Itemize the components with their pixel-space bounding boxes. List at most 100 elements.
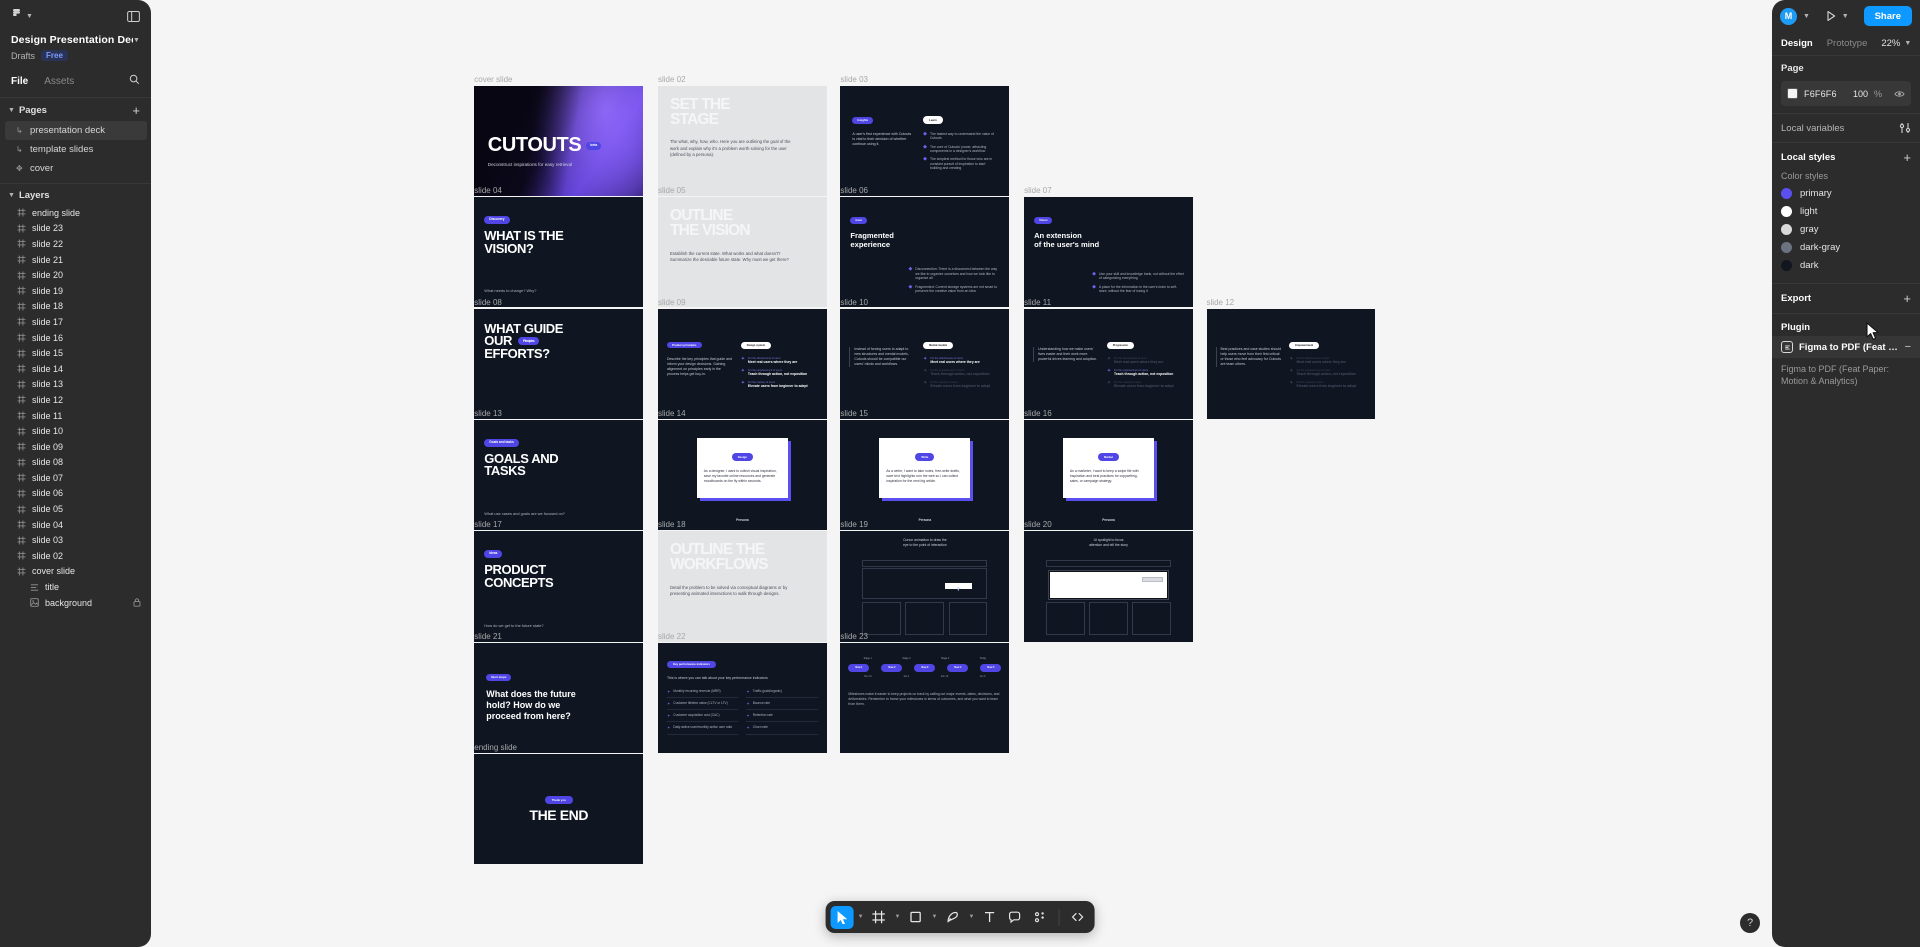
frame-label[interactable]: slide 19 bbox=[840, 520, 868, 529]
zoom-control[interactable]: 22% ▼ bbox=[1881, 38, 1911, 49]
layer-item-slide-04[interactable]: slide 04 bbox=[0, 517, 151, 533]
frame-label[interactable]: slide 07 bbox=[1024, 186, 1052, 195]
frame-label[interactable]: slide 21 bbox=[474, 632, 502, 641]
frame-s12[interactable]: slide 12 Best practices and case studies … bbox=[1206, 298, 1376, 419]
move-tool[interactable] bbox=[830, 905, 854, 929]
layers-section-title-wrap[interactable]: ▼ Layers bbox=[8, 190, 50, 201]
frame-label[interactable]: slide 11 bbox=[1024, 298, 1051, 307]
layer-item-slide-20[interactable]: slide 20 bbox=[0, 267, 151, 283]
layer-item-slide-16[interactable]: slide 16 bbox=[0, 330, 151, 346]
layer-item-slide-05[interactable]: slide 05 bbox=[0, 501, 151, 517]
actions-tool[interactable] bbox=[1028, 906, 1051, 929]
frame-s02[interactable]: slide 02 SET THE STAGE The what, why, how, … bbox=[657, 75, 827, 196]
chevron-down-icon[interactable]: ▼ bbox=[1803, 13, 1810, 20]
frame-s20[interactable]: slide 20 UI spotlight to focus attention a… bbox=[1024, 520, 1194, 642]
frame-label[interactable]: slide 03 bbox=[840, 75, 868, 84]
color-style-primary[interactable]: primary bbox=[1772, 184, 1920, 202]
layer-item-background[interactable]: background bbox=[0, 595, 151, 611]
frame-s04[interactable]: slide 04 Discovery WHAT IS THE VISION? What … bbox=[474, 186, 644, 308]
pen-tool-chevron[interactable]: ▼ bbox=[966, 914, 976, 920]
tab-file[interactable]: File bbox=[11, 76, 28, 94]
tab-design[interactable]: Design bbox=[1781, 38, 1813, 49]
frame-label[interactable]: slide 14 bbox=[658, 409, 686, 418]
frame-label[interactable]: slide 10 bbox=[840, 298, 868, 307]
file-title-row[interactable]: Design Presentation Deck (… ▼ bbox=[11, 34, 140, 46]
frame-s06[interactable]: slide 06 Goal Fragmented experience ◆ Disconn… bbox=[840, 186, 1010, 308]
frame-s21[interactable]: slide 21 Next steps What does the future ho… bbox=[474, 632, 644, 754]
frame-label[interactable]: slide 08 bbox=[474, 298, 502, 307]
drafts-label[interactable]: Drafts bbox=[11, 51, 35, 61]
frame-label[interactable]: slide 02 bbox=[658, 75, 686, 84]
frame-label[interactable]: slide 18 bbox=[658, 520, 686, 529]
layer-item-slide-12[interactable]: slide 12 bbox=[0, 392, 151, 408]
layer-item-slide-11[interactable]: slide 11 bbox=[0, 408, 151, 424]
dev-mode-tool[interactable] bbox=[1066, 906, 1089, 929]
frame-label[interactable]: slide 15 bbox=[840, 409, 868, 418]
local-variables-row[interactable]: Local variables bbox=[1772, 114, 1920, 143]
frame-s10[interactable]: slide 10 Instead of forcing users to adap… bbox=[840, 298, 1010, 419]
avatar[interactable]: M bbox=[1780, 7, 1797, 25]
chevron-down-icon[interactable]: ▼ bbox=[1842, 13, 1849, 20]
color-style-dark[interactable]: dark bbox=[1772, 256, 1920, 274]
figma-menu-button[interactable]: ▼ bbox=[11, 9, 33, 23]
frame-label[interactable]: slide 12 bbox=[1207, 298, 1235, 307]
layer-item-slide-18[interactable]: slide 18 bbox=[0, 299, 151, 315]
shape-tool[interactable] bbox=[905, 906, 928, 929]
layer-item-slide-21[interactable]: slide 21 bbox=[0, 252, 151, 268]
frame-label[interactable]: cover slide bbox=[474, 75, 512, 84]
share-button[interactable]: Share bbox=[1863, 6, 1912, 26]
color-style-gray[interactable]: gray bbox=[1772, 220, 1920, 238]
move-tool-chevron[interactable]: ▼ bbox=[856, 914, 866, 920]
tab-prototype[interactable]: Prototype bbox=[1827, 38, 1868, 49]
frame-label[interactable]: slide 22 bbox=[658, 632, 686, 641]
shape-tool-chevron[interactable]: ▼ bbox=[930, 914, 940, 920]
page-item-presentation-deck[interactable]: ↳ presentation deck bbox=[5, 121, 147, 140]
frame-label[interactable]: slide 09 bbox=[658, 298, 686, 307]
text-tool[interactable] bbox=[978, 906, 1001, 929]
frame-label[interactable]: slide 17 bbox=[474, 520, 502, 529]
frame-label[interactable]: slide 04 bbox=[474, 186, 502, 195]
frame-s03[interactable]: slide 03 Insights A user's first experienc… bbox=[840, 75, 1010, 196]
frame-s17[interactable]: slide 17 Ideas PRODUCT CONCEPTS How do we ge… bbox=[474, 520, 644, 642]
toggle-ui-button[interactable] bbox=[127, 10, 140, 22]
frame-label[interactable]: slide 05 bbox=[658, 186, 686, 195]
frame-s15[interactable]: slide 15 Write As a writer, I want to take… bbox=[840, 409, 1010, 531]
page-color-swatch[interactable] bbox=[1787, 88, 1798, 99]
design-canvas[interactable]: cover slide CUTOUTS beta Deconstruct inspir… bbox=[151, 0, 1920, 947]
frame-label[interactable]: slide 16 bbox=[1024, 409, 1052, 418]
add-page-button[interactable]: + bbox=[132, 104, 140, 117]
add-export-button[interactable]: + bbox=[1903, 292, 1911, 305]
frame-s19[interactable]: slide 19 Cursor animation to draw the eye … bbox=[840, 520, 1010, 642]
layer-item-slide-23[interactable]: slide 23 bbox=[0, 221, 151, 237]
frame-label[interactable]: ending slide bbox=[474, 743, 517, 752]
color-style-light[interactable]: light bbox=[1772, 202, 1920, 220]
frame-label[interactable]: slide 13 bbox=[474, 409, 502, 418]
tab-assets[interactable]: Assets bbox=[44, 76, 74, 94]
frame-s05[interactable]: slide 05 OUTLINE THE VISION Establish the c… bbox=[657, 186, 827, 308]
page-opacity-value[interactable]: 100 bbox=[1853, 89, 1868, 99]
frame-s22[interactable]: slide 22 Key performance indicators This i… bbox=[657, 632, 827, 754]
layer-item-slide-10[interactable]: slide 10 bbox=[0, 423, 151, 439]
frame-label[interactable]: slide 06 bbox=[840, 186, 868, 195]
help-button[interactable]: ? bbox=[1740, 913, 1760, 933]
layer-item-slide-03[interactable]: slide 03 bbox=[0, 532, 151, 548]
frame-s18[interactable]: slide 18 OUTLINE THE WORKFLOWS Detail the p… bbox=[657, 520, 827, 642]
play-icon[interactable] bbox=[1825, 10, 1837, 22]
add-style-button[interactable]: + bbox=[1903, 151, 1911, 164]
frame-label[interactable]: slide 23 bbox=[840, 632, 868, 641]
frame-s13[interactable]: slide 13 Goals and tasks GOALS AND TASKS Wha… bbox=[474, 409, 644, 531]
layer-item-slide-17[interactable]: slide 17 bbox=[0, 314, 151, 330]
frame-s11[interactable]: slide 11 Understanding how we make users'… bbox=[1024, 298, 1194, 419]
page-color-hex[interactable]: F6F6F6 bbox=[1804, 89, 1837, 99]
layer-item-slide-07[interactable]: slide 07 bbox=[0, 470, 151, 486]
frame-s16[interactable]: slide 16 Market As a marketer, I want to k… bbox=[1024, 409, 1194, 531]
plugin-item[interactable]: Figma to PDF (Feat Paper: … − bbox=[1772, 336, 1920, 358]
layer-item-slide-22[interactable]: slide 22 bbox=[0, 236, 151, 252]
plan-badge[interactable]: Free bbox=[41, 50, 68, 61]
frame-label[interactable]: slide 20 bbox=[1024, 520, 1052, 529]
layer-item-ending-slide[interactable]: ending slide bbox=[0, 205, 151, 221]
frame-ending[interactable]: ending slide Thank you THE END bbox=[474, 743, 644, 865]
frame-cover[interactable]: cover slide CUTOUTS beta Deconstruct inspir… bbox=[474, 75, 644, 196]
layer-item-cover-slide[interactable]: cover slide bbox=[0, 564, 151, 580]
frame-tool-chevron[interactable]: ▼ bbox=[893, 914, 903, 920]
